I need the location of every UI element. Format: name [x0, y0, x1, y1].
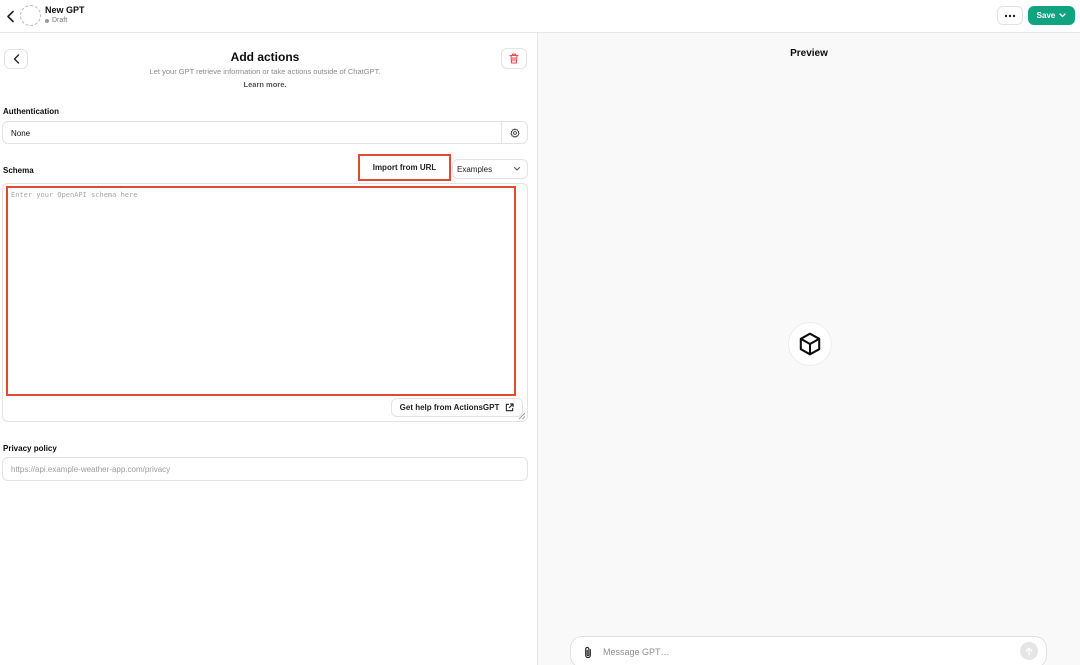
status-dot-icon: [45, 18, 49, 23]
more-options-button[interactable]: [997, 6, 1023, 25]
preview-gpt-avatar: [788, 322, 832, 366]
get-help-label: Get help from ActionsGPT: [399, 403, 500, 412]
schema-label: Schema: [3, 166, 34, 175]
gpt-name: New GPT: [45, 5, 85, 15]
chevron-down-icon: [513, 166, 521, 171]
trash-icon: [509, 53, 519, 64]
back-chevron-button[interactable]: [2, 7, 18, 25]
message-input[interactable]: [603, 643, 1003, 661]
preview-pane: Preview: [538, 33, 1080, 665]
authentication-settings-button[interactable]: [501, 122, 527, 143]
gpt-builder-app: New GPT Draft Save Add actions Let your …: [0, 0, 1080, 665]
ellipsis-icon: [1004, 14, 1016, 17]
authentication-field[interactable]: None: [2, 121, 528, 144]
send-button[interactable]: [1020, 642, 1038, 660]
chevron-left-icon: [6, 10, 14, 22]
cube-icon: [799, 332, 821, 356]
gpt-status-text: Draft: [52, 17, 68, 24]
save-button-label: Save: [1036, 11, 1056, 20]
schema-textarea[interactable]: [6, 186, 516, 396]
authentication-label: Authentication: [3, 107, 59, 116]
privacy-policy-input[interactable]: [2, 457, 528, 481]
page-title: Add actions: [230, 50, 300, 64]
message-composer: [570, 636, 1047, 665]
examples-dropdown-label: Examples: [457, 165, 493, 174]
chevron-down-icon: [1059, 13, 1066, 18]
learn-more-link[interactable]: Learn more.: [0, 80, 530, 89]
arrow-up-icon: [1025, 647, 1033, 656]
save-button[interactable]: Save: [1028, 6, 1075, 25]
authentication-value: None: [11, 129, 31, 138]
delete-action-button[interactable]: [501, 48, 527, 69]
actions-editor-pane: Add actions Let your GPT retrieve inform…: [0, 33, 537, 665]
gpt-avatar-placeholder[interactable]: [20, 5, 41, 26]
resize-handle-icon[interactable]: [518, 412, 526, 420]
privacy-policy-label: Privacy policy: [3, 444, 57, 453]
examples-dropdown[interactable]: Examples: [452, 159, 528, 179]
preview-title: Preview: [790, 48, 828, 59]
gear-icon: [509, 127, 520, 138]
gpt-status: Draft: [45, 17, 67, 24]
get-help-from-actionsgpt-button[interactable]: Get help from ActionsGPT: [391, 398, 523, 417]
schema-editor: Get help from ActionsGPT: [2, 183, 528, 422]
import-from-url-button[interactable]: Import from URL: [358, 154, 451, 181]
page-subtitle: Let your GPT retrieve information or tak…: [149, 67, 381, 76]
external-link-icon: [506, 403, 514, 412]
top-bar: New GPT Draft Save: [0, 0, 1080, 33]
paperclip-icon[interactable]: [583, 646, 593, 659]
